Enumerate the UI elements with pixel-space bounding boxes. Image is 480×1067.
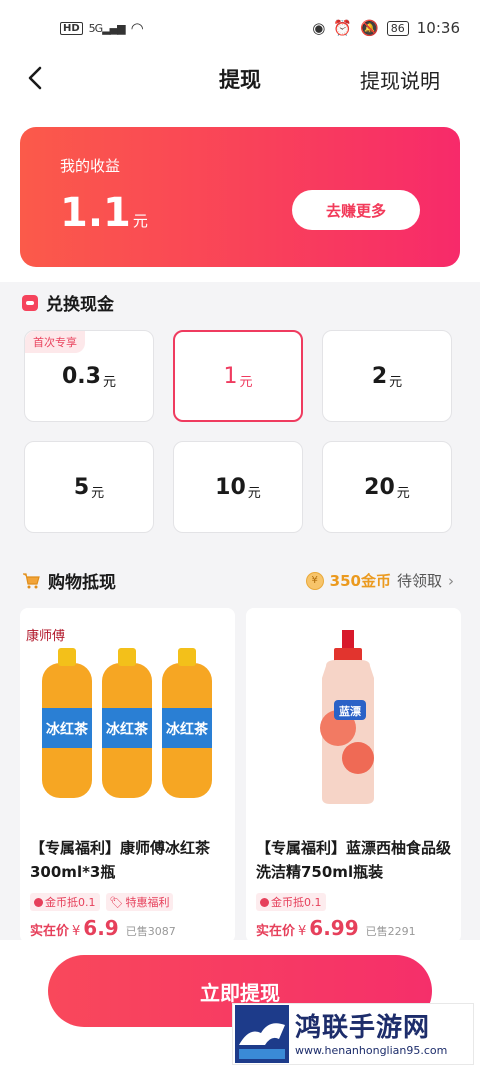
product-tags: 金币抵0.1: [256, 893, 326, 911]
hd-badge: HD: [60, 21, 83, 35]
option-unit: 元: [239, 374, 253, 390]
exchange-option-20[interactable]: 20 元: [322, 441, 452, 533]
product-title: 【专属福利】蓝漂西柚食品级洗洁精750ml瓶装: [256, 839, 452, 881]
exchange-option-1[interactable]: 1元: [173, 330, 303, 422]
cash-icon: [22, 294, 38, 311]
special-offer-tag: 🏷 特惠福利: [105, 893, 174, 911]
watermark-logo-icon: [235, 1005, 289, 1063]
option-value: 10: [215, 474, 246, 500]
exchange-section-header: 兑换现金: [22, 290, 114, 315]
exchange-option-10[interactable]: 10 元: [173, 441, 303, 533]
option-unit: 元: [91, 485, 105, 501]
watermark-title: 鸿联手游网: [295, 1012, 431, 1043]
option-value: 20: [364, 474, 395, 500]
option-value: 0.3: [62, 363, 101, 389]
option-value: 5: [73, 474, 90, 500]
bottle-label-1: 冰红茶: [46, 721, 89, 738]
mute-icon: 🔕: [360, 19, 379, 37]
signal-icon: 5G▂▄▆: [88, 21, 126, 35]
earnings-amount: 1.1 元: [60, 189, 148, 245]
currency-symbol: ¥: [298, 924, 307, 939]
withdraw-help-link[interactable]: 提现说明: [360, 65, 440, 94]
coin-icon: ¥: [305, 571, 324, 590]
coins-reward-link[interactable]: ¥ 350金币 待领取 ›: [305, 570, 454, 591]
chevron-right-icon: ›: [448, 571, 454, 590]
exchange-option-2[interactable]: 2元: [322, 330, 452, 422]
product-title: 【专属福利】康师傅冰红茶300ml*3瓶: [30, 839, 211, 881]
iced-tea-product-image: 康师傅 冰红茶 冰红茶 冰红茶: [20, 608, 235, 823]
product-card[interactable]: 康师傅 冰红茶 冰红茶 冰红茶 【专属福利】康师傅冰红茶300ml*3瓶 金币抵…: [20, 608, 235, 943]
price-value: 6.9: [83, 916, 119, 940]
wifi-icon: ◠: [130, 19, 144, 37]
battery-icon: 86: [386, 20, 409, 36]
option-unit: 元: [102, 374, 116, 390]
option-unit: 元: [247, 485, 261, 501]
brand-logo-text: 康师傅: [26, 628, 65, 644]
option-unit: 元: [396, 485, 410, 501]
status-bar: HD 5G▂▄▆ ◠ ◉ ⏰ 🔕 86 10:36: [0, 0, 480, 56]
bottle-label-3: 冰红茶: [166, 721, 209, 738]
first-exclusive-badge: 首次专享: [25, 331, 85, 353]
soap-label: 蓝漂: [339, 704, 361, 718]
product-card[interactable]: 蓝漂 【专属福利】蓝漂西柚食品级洗洁精750ml瓶装 金币抵0.1 实在价 ¥ …: [246, 608, 461, 943]
price-label: 实在价: [256, 924, 296, 939]
earnings-card: 我的收益 1.1 元 去赚更多: [20, 127, 460, 267]
watermark: 鸿联手游网 www.henanhonglian95.com: [232, 1003, 474, 1065]
sold-count: 已售3087: [125, 925, 176, 938]
shopping-section-header: 购物抵现: [22, 568, 116, 593]
earnings-unit: 元: [132, 212, 148, 230]
option-unit: 元: [389, 374, 403, 390]
price-value: 6.99: [309, 916, 359, 940]
exchange-option-5[interactable]: 5元: [24, 441, 154, 533]
sold-count: 已售2291: [365, 925, 416, 938]
coins-status: 待领取: [396, 572, 442, 590]
coin-dot-icon: [260, 897, 269, 907]
eye-icon: ◉: [312, 19, 326, 37]
exchange-option-0-3[interactable]: 首次专享 0.3 元: [24, 330, 154, 422]
coin-dot-icon: [34, 897, 43, 907]
coins-amount: 350金币: [329, 572, 391, 590]
earn-more-button[interactable]: 去赚更多: [292, 190, 420, 230]
product-price: 实在价 ¥ 6.9 已售3087: [30, 916, 176, 940]
product-tags: 金币抵0.1 🏷 特惠福利: [30, 893, 174, 911]
dish-soap-product-image: 蓝漂: [246, 608, 461, 823]
cart-icon: [23, 572, 40, 588]
coin-deduct-tag: 金币抵0.1: [256, 893, 326, 911]
product-price: 实在价 ¥ 6.99 已售2291: [256, 916, 416, 940]
earnings-value: 1.1: [60, 190, 131, 236]
exchange-title: 兑换现金: [46, 295, 114, 315]
bottle-label-2: 冰红茶: [106, 721, 149, 738]
coin-deduct-tag: 金币抵0.1: [30, 893, 100, 911]
tag-icon: 🏷: [109, 895, 124, 909]
earnings-label: 我的收益: [60, 157, 121, 175]
shopping-title: 购物抵现: [48, 573, 116, 593]
option-value: 1: [223, 363, 238, 389]
option-value: 2: [371, 363, 388, 389]
nav-bar: 提现 提现说明: [0, 56, 480, 102]
watermark-url: www.henanhonglian95.com: [295, 1043, 448, 1057]
clock: 10:36: [416, 19, 460, 37]
currency-symbol: ¥: [72, 924, 81, 939]
alarm-icon: ⏰: [333, 19, 353, 37]
price-label: 实在价: [30, 924, 70, 939]
